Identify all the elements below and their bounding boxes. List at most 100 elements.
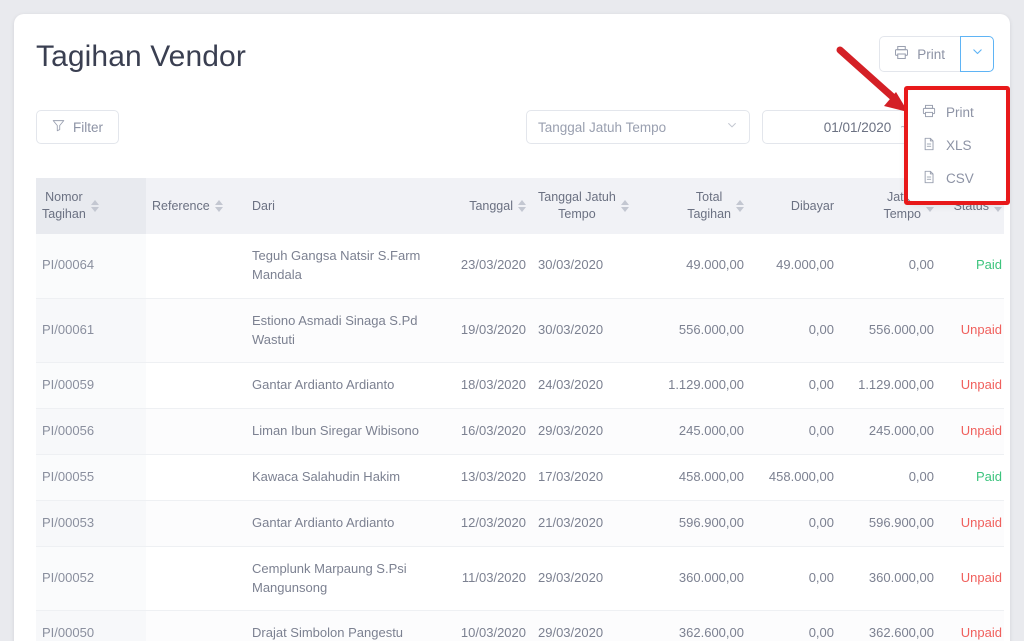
cell-total_tagihan: 596.900,00 — [650, 500, 750, 547]
cell-dari: Cemplunk Marpaung S.Psi Mangunsong — [246, 546, 442, 612]
cell-text: PI/00061 — [42, 322, 95, 338]
cell-reference — [146, 408, 246, 456]
cell-text: 0,00 — [908, 469, 934, 485]
status-badge: Unpaid — [960, 625, 1002, 641]
dropdown-item-xls[interactable]: XLS — [908, 129, 1006, 162]
cell-dari: Liman Ibun Siregar Wibisono — [246, 408, 442, 456]
cell-text: 360.000,00 — [868, 570, 934, 586]
cell-dibayar: 0,00 — [750, 298, 840, 364]
table-row[interactable]: PI/00059 Gantar Ardianto Ardianto 18/03/20… — [36, 362, 1004, 410]
sort-toggle-nomor-tagihan[interactable] — [90, 200, 99, 212]
cell-text: 13/03/2020 — [460, 469, 526, 485]
column-header-tanggal[interactable]: Tanggal — [442, 178, 532, 234]
cell-text: 29/03/2020 — [538, 570, 604, 586]
column-header-dibayar[interactable]: Dibayar — [750, 178, 840, 234]
cell-text: 596.900,00 — [678, 514, 744, 530]
cell-tanggal_jatuh_tempo: 29/03/2020 — [532, 610, 650, 641]
file-icon — [922, 137, 936, 154]
cell-text: 0,00 — [808, 322, 834, 338]
cell-status: Paid — [940, 454, 1004, 501]
cell-nomor_tagihan: PI/00050 — [36, 610, 146, 641]
sort-toggle-total-tagihan[interactable] — [736, 200, 744, 212]
cell-reference — [146, 362, 246, 410]
cell-text: 1.129.000,00 — [668, 377, 744, 393]
table-body: PI/00064 Teguh Gangsa Natsir S.Farm Manda… — [36, 234, 1004, 641]
cell-total_tagihan: 362.600,00 — [650, 610, 750, 641]
cell-tanggal: 19/03/2020 — [442, 298, 532, 364]
cell-text: 30/03/2020 — [538, 322, 604, 338]
cell-tanggal_jatuh_tempo: 30/03/2020 — [532, 298, 650, 364]
status-badge: Unpaid — [960, 570, 1002, 586]
dropdown-item-csv[interactable]: CSV — [908, 162, 1006, 195]
table-row[interactable]: PI/00053 Gantar Ardianto Ardianto 12/03/20… — [36, 500, 1004, 547]
cell-text: 1.129.000,00 — [858, 377, 934, 393]
cell-text: Drajat Simbolon Pangestu — [252, 625, 404, 641]
cell-text: 11/03/2020 — [461, 570, 526, 586]
chevron-down-icon — [971, 45, 984, 63]
cell-text: PI/00056 — [42, 423, 95, 439]
filter-button[interactable]: Filter — [36, 110, 119, 144]
cell-text: 24/03/2020 — [538, 377, 604, 393]
due-date-select[interactable]: Tanggal Jatuh Tempo — [526, 110, 750, 144]
cell-reference — [146, 454, 246, 501]
cell-nomor_tagihan: PI/00061 — [36, 298, 146, 364]
cell-text: 21/03/2020 — [538, 514, 604, 530]
cell-dari: Drajat Simbolon Pangestu — [246, 610, 442, 641]
print-dropdown-toggle[interactable] — [960, 36, 994, 72]
dropdown-item-print[interactable]: Print — [908, 96, 1006, 129]
cell-total_tagihan: 458.000,00 — [650, 454, 750, 501]
cell-jatuh_tempo: 556.000,00 — [840, 298, 940, 364]
column-header-reference[interactable]: Reference — [146, 178, 246, 234]
table-row[interactable]: PI/00055 Kawaca Salahudin Hakim 13/03/2020… — [36, 454, 1004, 501]
table-row[interactable]: PI/00056 Liman Ibun Siregar Wibisono 16/03… — [36, 408, 1004, 456]
cell-dibayar: 0,00 — [750, 610, 840, 641]
cell-text: 30/03/2020 — [538, 257, 604, 273]
cell-text: 556.000,00 — [868, 322, 934, 338]
table-row[interactable]: PI/00052 Cemplunk Marpaung S.Psi Mangunso… — [36, 546, 1004, 612]
cell-dari: Estiono Asmadi Sinaga S.Pd Wastuti — [246, 298, 442, 364]
print-button-label: Print — [917, 46, 945, 62]
column-header-tanggal-jatuh-tempo[interactable]: Tanggal Jatuh Tempo — [532, 178, 650, 234]
print-button[interactable]: Print — [879, 36, 960, 72]
sort-toggle-reference[interactable] — [214, 200, 223, 212]
cell-text: 362.600,00 — [678, 625, 744, 641]
table-row[interactable]: PI/00050 Drajat Simbolon Pangestu 10/03/20… — [36, 610, 1004, 641]
cell-jatuh_tempo: 596.900,00 — [840, 500, 940, 547]
filter-label: Filter — [73, 119, 103, 135]
cell-tanggal: 12/03/2020 — [442, 500, 532, 547]
cell-jatuh_tempo: 0,00 — [840, 234, 940, 299]
cell-tanggal: 16/03/2020 — [442, 408, 532, 456]
cell-reference — [146, 546, 246, 612]
sort-toggle-tanggal[interactable] — [518, 200, 526, 212]
status-badge: Paid — [975, 257, 1002, 273]
cell-nomor_tagihan: PI/00056 — [36, 408, 146, 456]
cell-text: PI/00050 — [42, 625, 95, 641]
table-row[interactable]: PI/00061 Estiono Asmadi Sinaga S.Pd Wastu… — [36, 298, 1004, 364]
status-badge: Paid — [975, 469, 1002, 485]
status-badge: Unpaid — [960, 423, 1002, 439]
cell-text: PI/00053 — [42, 514, 95, 530]
cell-nomor_tagihan: PI/00064 — [36, 234, 146, 299]
sort-toggle-status[interactable] — [994, 200, 1002, 212]
cell-dibayar: 0,00 — [750, 362, 840, 410]
cell-nomor_tagihan: PI/00052 — [36, 546, 146, 612]
cell-dibayar: 49.000,00 — [750, 234, 840, 299]
cell-text: PI/00064 — [42, 257, 95, 273]
cell-jatuh_tempo: 360.000,00 — [840, 546, 940, 612]
cell-status: Unpaid — [940, 362, 1004, 410]
filter-icon — [52, 119, 65, 135]
table-head: Nomor Tagihan Reference Dari Tanggal Tan… — [36, 178, 1004, 234]
cell-tanggal_jatuh_tempo: 21/03/2020 — [532, 500, 650, 547]
column-header-total-tagihan[interactable]: Total Tagihan — [650, 178, 750, 234]
column-header-nomor-tagihan[interactable]: Nomor Tagihan — [36, 178, 146, 234]
column-label: Reference — [152, 198, 210, 213]
sort-toggle-jatuh-tempo[interactable] — [926, 200, 934, 212]
cell-text: 17/03/2020 — [538, 469, 604, 485]
sort-toggle-tanggal-jatuh-tempo[interactable] — [620, 200, 629, 212]
column-header-dari[interactable]: Dari — [246, 178, 442, 234]
cell-text: 596.900,00 — [868, 514, 934, 530]
cell-nomor_tagihan: PI/00055 — [36, 454, 146, 501]
table-row[interactable]: PI/00064 Teguh Gangsa Natsir S.Farm Manda… — [36, 234, 1004, 299]
cell-text: 362.600,00 — [868, 625, 934, 641]
cell-text: PI/00052 — [42, 570, 95, 586]
